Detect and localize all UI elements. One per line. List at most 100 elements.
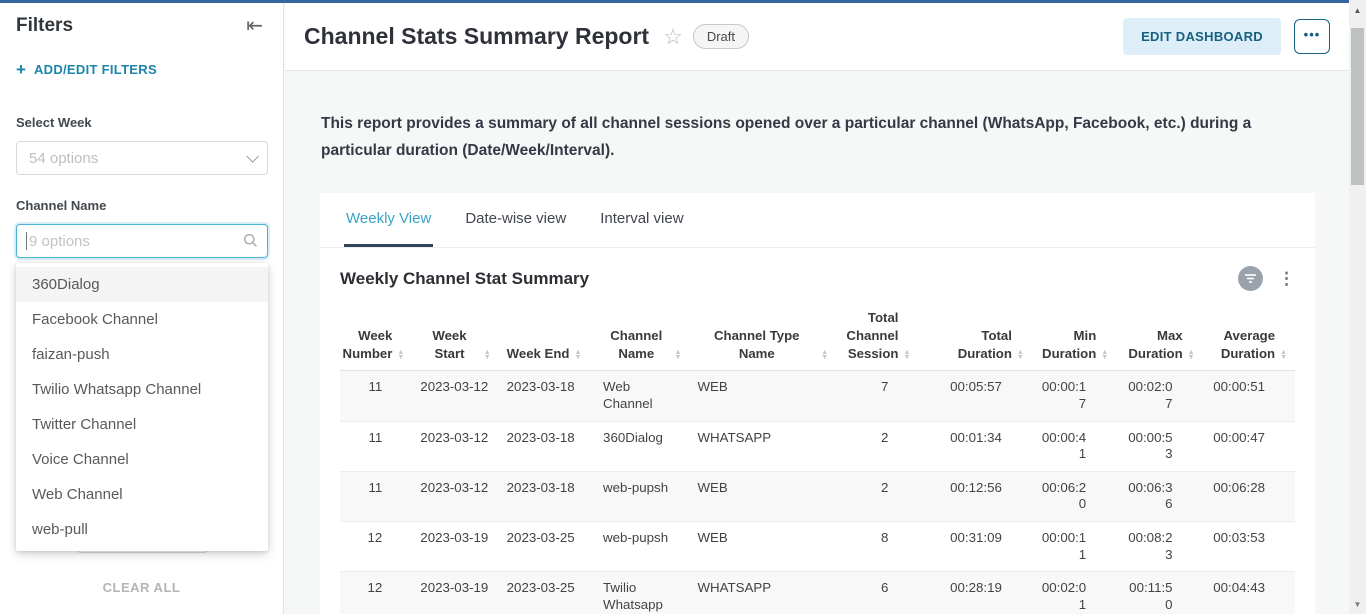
column-header-label: Total Channel Session (844, 309, 898, 362)
dropdown-option[interactable]: Twilio Whatsapp Channel (16, 372, 268, 407)
table-cell: 00:02:07 (1116, 371, 1202, 421)
column-header[interactable]: Max Duration ▲▼ (1116, 305, 1202, 371)
table-cell: 11 (340, 421, 412, 471)
tab-bar: Weekly View Date-wise view Interval view (320, 193, 1315, 248)
chevron-down-icon (246, 150, 259, 163)
table-cell: 00:00:47 (1203, 421, 1295, 471)
table-cell: 00:02:01 (1032, 572, 1116, 614)
dropdown-option[interactable]: Voice Channel (16, 442, 268, 477)
filter-icon[interactable] (1238, 266, 1263, 291)
scroll-up-icon[interactable]: ▲ (1349, 2, 1366, 18)
sort-icon[interactable]: ▲▼ (1101, 350, 1108, 360)
report-description: This report provides a summary of all ch… (321, 110, 1263, 164)
table-cell: 2023-03-18 (499, 421, 595, 471)
table-cell: WEB (689, 471, 836, 521)
table-row: 112023-03-122023-03-18360DialogWHATSAPP2… (340, 421, 1295, 471)
column-header[interactable]: Week End ▲▼ (499, 305, 595, 371)
sort-icon[interactable]: ▲▼ (821, 350, 828, 360)
dropdown-option[interactable]: Web Channel (16, 477, 268, 512)
channel-name-input[interactable] (16, 224, 268, 258)
page: Filters ⇤ + ADD/EDIT FILTERS Select Week… (0, 0, 1366, 614)
table-cell: WEB (689, 371, 836, 421)
channel-name-label: Channel Name (16, 198, 106, 213)
table-cell: 2 (836, 471, 918, 521)
column-header-label: Week End (507, 345, 570, 363)
dropdown-option[interactable]: Twitter Channel (16, 407, 268, 442)
vertical-scrollbar[interactable]: ▲ ▼ (1349, 0, 1366, 614)
text-caret (26, 232, 27, 250)
add-edit-filters-label: ADD/EDIT FILTERS (34, 62, 157, 77)
table-cell: WHATSAPP (689, 421, 836, 471)
table-cell: 11 (340, 471, 412, 521)
table-cell: Twilio Whatsapp Channel (595, 572, 689, 614)
column-header-label: Channel Type Name (697, 327, 816, 363)
table-cell: 2023-03-19 (412, 522, 498, 572)
scroll-down-icon[interactable]: ▼ (1349, 596, 1366, 612)
sort-icon[interactable]: ▲▼ (675, 350, 682, 360)
table-cell: 00:05:57 (918, 371, 1031, 421)
dropdown-option[interactable]: faizan-push (16, 337, 268, 372)
table-cell: 00:01:34 (918, 421, 1031, 471)
sort-icon[interactable]: ▲▼ (1188, 350, 1195, 360)
sort-icon[interactable]: ▲▼ (903, 350, 910, 360)
column-header[interactable]: Min Duration▲▼ (1032, 305, 1116, 371)
table-cell: 11 (340, 371, 412, 421)
main-area: Channel Stats Summary Report ☆ Draft EDI… (285, 3, 1349, 614)
dropdown-option[interactable]: web-pull (16, 512, 268, 547)
edit-dashboard-button[interactable]: EDIT DASHBOARD (1123, 18, 1281, 55)
column-header[interactable]: Total Duration▲▼ (918, 305, 1031, 371)
column-header[interactable]: Week Start ▲▼ (412, 305, 498, 371)
sort-icon[interactable]: ▲▼ (1280, 350, 1287, 360)
table-cell: WHATSAPP (689, 572, 836, 614)
column-header-label: Channel Name (603, 327, 669, 363)
table-cell: 2023-03-25 (499, 522, 595, 572)
more-options-button[interactable]: ••• (1294, 19, 1330, 54)
kebab-menu-icon[interactable]: ⋮ (1278, 269, 1295, 289)
table-cell: 00:11:50 (1116, 572, 1202, 614)
column-header[interactable]: Average Duration▲▼ (1203, 305, 1295, 371)
table-cell: 00:00:11 (1032, 522, 1116, 572)
top-accent-bar (0, 0, 1349, 3)
table-cell: Web Channel (595, 371, 689, 421)
table-cell: 12 (340, 522, 412, 572)
table-cell: 00:00:41 (1032, 421, 1116, 471)
column-header[interactable]: Channel Name ▲▼ (595, 305, 689, 371)
sort-icon[interactable]: ▲▼ (1017, 350, 1024, 360)
table-cell: web-pupsh (595, 471, 689, 521)
sort-icon[interactable]: ▲▼ (397, 350, 404, 360)
table-cell: 2023-03-12 (412, 471, 498, 521)
scrollbar-thumb[interactable] (1351, 28, 1364, 185)
select-week-dropdown[interactable]: 54 options (16, 141, 268, 175)
tab-interval-view[interactable]: Interval view (598, 193, 685, 247)
dropdown-option[interactable]: 360Dialog (16, 267, 268, 302)
report-card: Weekly View Date-wise view Interval view W… (320, 193, 1315, 614)
table-cell: 12 (340, 572, 412, 614)
column-header[interactable]: Total Channel Session ▲▼ (836, 305, 918, 371)
add-edit-filters-button[interactable]: + ADD/EDIT FILTERS (16, 61, 157, 78)
column-header[interactable]: Channel Type Name ▲▼ (689, 305, 836, 371)
column-header[interactable]: Week Number▲▼ (340, 305, 412, 371)
table-cell: 2 (836, 421, 918, 471)
star-icon[interactable]: ☆ (663, 26, 683, 48)
dropdown-option[interactable]: Facebook Channel (16, 302, 268, 337)
table-cell: 00:06:36 (1116, 471, 1202, 521)
channel-name-option-list: 360DialogFacebook Channelfaizan-pushTwil… (16, 263, 268, 551)
select-week-label: Select Week (16, 115, 92, 130)
page-title: Channel Stats Summary Report (304, 23, 649, 50)
column-header-label: Week Start (420, 327, 478, 363)
table-cell: 00:06:20 (1032, 471, 1116, 521)
table-cell: 2023-03-18 (499, 371, 595, 421)
clear-all-button[interactable]: CLEAR ALL (0, 580, 283, 595)
table-cell: 360Dialog (595, 421, 689, 471)
table-cell: 00:00:51 (1203, 371, 1295, 421)
sort-icon[interactable]: ▲▼ (574, 350, 581, 360)
weekly-stats-table: Week Number▲▼Week Start▲▼Week End▲▼Chann… (340, 305, 1295, 614)
tab-date-wise-view[interactable]: Date-wise view (463, 193, 568, 247)
table-cell: 00:00:53 (1116, 421, 1202, 471)
collapse-sidebar-icon[interactable]: ⇤ (246, 13, 263, 38)
column-header-label: Max Duration (1124, 327, 1182, 363)
tab-weekly-view[interactable]: Weekly View (344, 193, 433, 247)
sort-icon[interactable]: ▲▼ (484, 350, 491, 360)
table-row: 112023-03-122023-03-18web-pupshWEB200:12… (340, 471, 1295, 521)
table-row: 122023-03-192023-03-25web-pupshWEB800:31… (340, 522, 1295, 572)
